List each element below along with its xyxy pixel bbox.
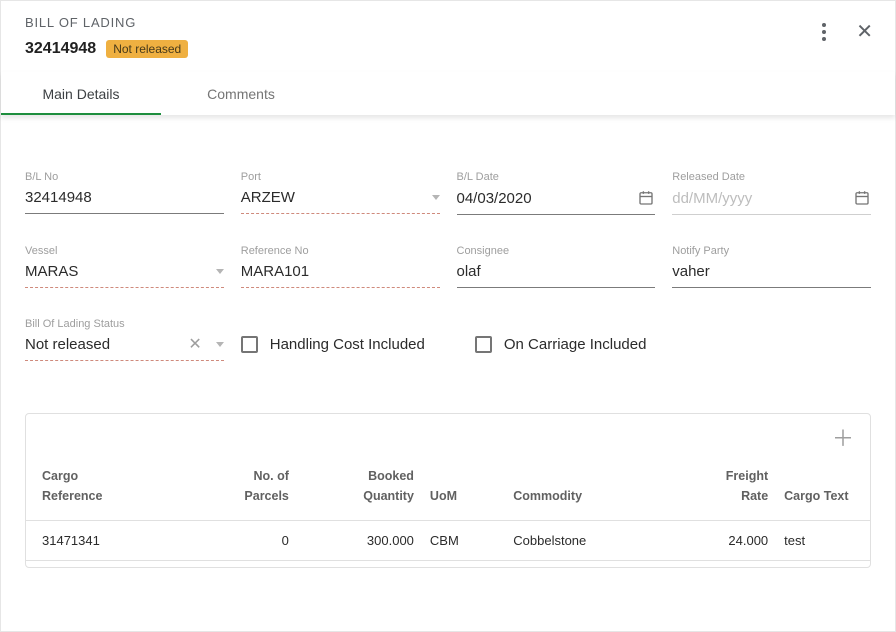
bl-no-label: B/L No [25,171,224,183]
chevron-down-icon[interactable] [216,342,224,347]
col-no-of-parcels: No. of Parcels [214,456,297,521]
field-bl-date: B/L Date 04/03/2020 [457,171,656,215]
field-vessel: Vessel MARAS [25,245,224,288]
col-cargo-text: Cargo Text [776,456,870,521]
clear-icon[interactable]: ✕ [188,337,201,353]
bl-number: 32414948 [25,40,96,58]
cell-no-of-parcels[interactable]: 0 [214,521,297,561]
cell-uom[interactable]: CBM [422,521,505,561]
col-cargo-reference: Cargo Reference [26,456,214,521]
bl-date-input[interactable]: 04/03/2020 [457,190,632,207]
calendar-icon[interactable] [853,189,871,207]
on-carriage-checkbox-row[interactable]: On Carriage Included [475,336,647,353]
field-reference-no: Reference No MARA101 [241,245,440,288]
bl-status-label: Bill Of Lading Status [25,318,224,330]
vessel-select[interactable]: MARAS [25,263,210,280]
close-icon[interactable]: ✕ [854,20,875,44]
bl-no-input[interactable]: 32414948 [25,189,224,206]
vessel-label: Vessel [25,245,224,257]
handling-cost-checkbox[interactable] [241,336,258,353]
on-carriage-checkbox[interactable] [475,336,492,353]
notify-party-label: Notify Party [672,245,871,257]
field-released-date: Released Date dd/MM/yyyy [672,171,871,215]
field-consignee: Consignee olaf [457,245,656,288]
reference-no-label: Reference No [241,245,440,257]
table-row[interactable]: 31471341 0 300.000 CBM Cobbelstone 24.00… [26,521,870,561]
field-port: Port ARZEW [241,171,440,215]
reference-no-input[interactable]: MARA101 [241,263,440,280]
cargo-table: Cargo Reference No. of Parcels Booked Qu… [26,456,870,561]
released-date-label: Released Date [672,171,871,183]
main-details-form: B/L No 32414948 Port ARZEW B/L Date 04/0… [1,115,895,361]
add-cargo-line-icon[interactable]: ＋ [832,428,854,450]
tab-comments[interactable]: Comments [161,72,321,115]
cell-freight-rate[interactable]: 24.000 [662,521,777,561]
handling-cost-checkbox-row[interactable]: Handling Cost Included [241,336,425,353]
consignee-label: Consignee [457,245,656,257]
chevron-down-icon[interactable] [432,195,440,200]
notify-party-input[interactable]: vaher [672,263,871,280]
cell-booked-quantity[interactable]: 300.000 [297,521,422,561]
table-header-row: Cargo Reference No. of Parcels Booked Qu… [26,456,870,521]
chevron-down-icon[interactable] [216,269,224,274]
consignee-input[interactable]: olaf [457,263,656,280]
calendar-icon[interactable] [637,189,655,207]
col-commodity: Commodity [505,456,661,521]
released-date-input[interactable]: dd/MM/yyyy [672,190,847,207]
tab-bar: Main Details Comments [1,72,895,115]
cell-cargo-reference[interactable]: 31471341 [26,521,214,561]
col-uom: UoM [422,456,505,521]
tab-main-details[interactable]: Main Details [1,72,161,115]
cargo-table-card: ＋ Cargo Reference No. of Parcels Booked … [25,413,871,568]
port-select[interactable]: ARZEW [241,189,426,206]
bl-date-label: B/L Date [457,171,656,183]
bl-status-select[interactable]: Not released [25,336,184,353]
cell-commodity[interactable]: Cobbelstone [505,521,661,561]
more-options-icon[interactable] [816,19,832,45]
port-label: Port [241,171,440,183]
field-notify-party: Notify Party vaher [672,245,871,288]
col-booked-quantity: Booked Quantity [297,456,422,521]
field-bl-no: B/L No 32414948 [25,171,224,215]
dialog-eyebrow: BILL OF LADING [25,13,871,30]
on-carriage-label: On Carriage Included [504,336,647,353]
field-bl-status: Bill Of Lading Status Not released ✕ [25,318,224,361]
status-badge: Not released [106,40,188,58]
dialog-header: BILL OF LADING 32414948 Not released ✕ [1,1,895,58]
cell-cargo-text[interactable]: test [776,521,870,561]
handling-cost-label: Handling Cost Included [270,336,425,353]
col-freight-rate: Freight Rate [662,456,777,521]
